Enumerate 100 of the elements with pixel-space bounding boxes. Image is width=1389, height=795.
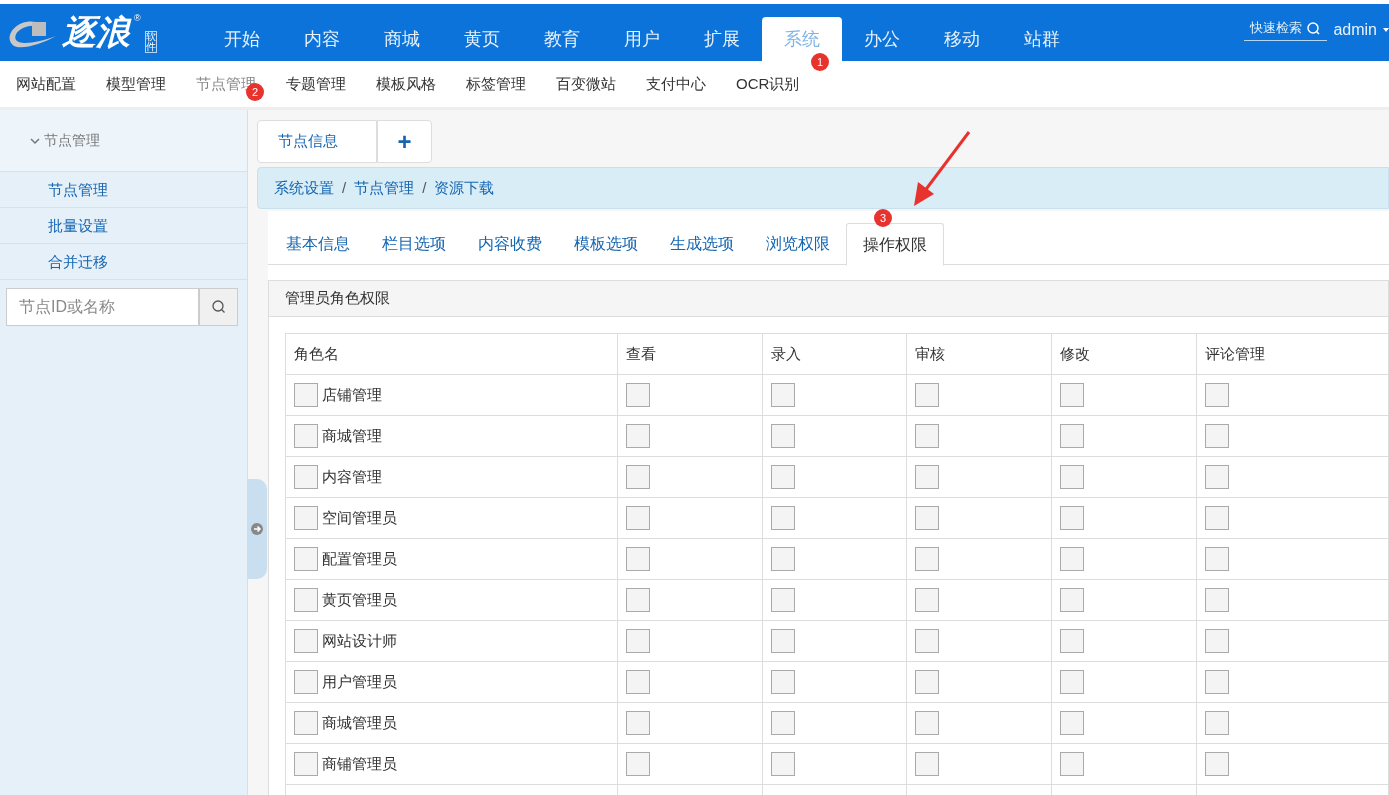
checkbox[interactable]	[770, 465, 795, 489]
checkbox[interactable]	[1205, 588, 1230, 612]
tab[interactable]: 生成选项	[654, 223, 750, 265]
add-tab-button[interactable]: +	[377, 120, 432, 163]
checkbox[interactable]	[1060, 711, 1085, 735]
checkbox[interactable]	[294, 547, 318, 571]
nav-tab[interactable]: 站群	[1002, 17, 1082, 61]
subnav-link[interactable]: 模型管理	[106, 75, 166, 92]
checkbox[interactable]	[915, 588, 940, 612]
subnav-link[interactable]: OCR识别	[736, 75, 800, 92]
checkbox[interactable]	[1205, 383, 1230, 407]
checkbox[interactable]	[1060, 588, 1085, 612]
checkbox[interactable]	[1205, 670, 1230, 694]
checkbox[interactable]	[915, 711, 940, 735]
breadcrumb-link[interactable]: 节点管理	[354, 176, 415, 200]
checkbox[interactable]	[770, 629, 795, 653]
tab[interactable]: 浏览权限	[750, 223, 846, 265]
sidebar-item[interactable]: 批量设置	[0, 208, 247, 244]
checkbox[interactable]	[770, 383, 795, 407]
checkbox[interactable]	[1060, 752, 1085, 776]
checkbox[interactable]	[294, 588, 318, 612]
tab[interactable]: 基本信息	[270, 223, 366, 265]
user-menu[interactable]: admin	[1333, 17, 1377, 42]
checkbox[interactable]	[625, 752, 650, 776]
quick-search-field[interactable]: 快速检索	[1244, 18, 1328, 41]
checkbox[interactable]	[770, 670, 795, 694]
checkbox[interactable]	[915, 629, 940, 653]
checkbox[interactable]	[294, 506, 318, 530]
checkbox[interactable]	[625, 465, 650, 489]
checkbox[interactable]	[915, 506, 940, 530]
checkbox[interactable]	[294, 629, 318, 653]
tab[interactable]: 栏目选项	[366, 223, 462, 265]
checkbox[interactable]	[625, 547, 650, 571]
checkbox[interactable]	[625, 629, 650, 653]
checkbox[interactable]	[1205, 424, 1230, 448]
checkbox[interactable]	[294, 424, 318, 448]
checkbox[interactable]	[770, 424, 795, 448]
checkbox[interactable]	[1060, 506, 1085, 530]
collapse-handle[interactable]	[247, 479, 267, 579]
subnav-link[interactable]: 支付中心	[646, 75, 706, 92]
checkbox[interactable]	[1060, 547, 1085, 571]
nav-tab[interactable]: 黄页	[442, 17, 522, 61]
checkbox[interactable]	[915, 465, 940, 489]
nav-tab[interactable]: 扩展	[682, 17, 762, 61]
tab[interactable]: 模板选项	[558, 223, 654, 265]
node-search-field[interactable]: 节点ID或名称	[6, 288, 199, 326]
checkbox[interactable]	[294, 711, 318, 735]
checkbox[interactable]	[1060, 629, 1085, 653]
sidebar-item[interactable]: 合并迁移	[0, 244, 247, 280]
checkbox[interactable]	[915, 424, 940, 448]
checkbox[interactable]	[1060, 424, 1085, 448]
checkbox[interactable]	[915, 670, 940, 694]
subnav-link[interactable]: 百变微站	[556, 75, 616, 92]
nav-tab[interactable]: 教育	[522, 17, 602, 61]
checkbox[interactable]	[625, 670, 650, 694]
checkbox[interactable]	[1205, 629, 1230, 653]
checkbox[interactable]	[1205, 711, 1230, 735]
checkbox[interactable]	[770, 711, 795, 735]
checkbox[interactable]	[625, 588, 650, 612]
subnav-link[interactable]: 模板风格	[376, 75, 436, 92]
checkbox[interactable]	[1205, 506, 1230, 530]
checkbox[interactable]	[625, 424, 650, 448]
nav-tab[interactable]: 内容	[282, 17, 362, 61]
checkbox[interactable]	[770, 506, 795, 530]
checkbox[interactable]	[1060, 465, 1085, 489]
subnav-link[interactable]: 标签管理	[466, 75, 526, 92]
checkbox[interactable]	[1205, 465, 1230, 489]
checkbox[interactable]	[625, 506, 650, 530]
page-tab[interactable]: 节点信息	[257, 120, 377, 163]
checkbox[interactable]	[915, 547, 940, 571]
nav-tab[interactable]: 移动	[922, 17, 1002, 61]
tab[interactable]: 操作权限	[846, 223, 944, 266]
nav-tab[interactable]: 办公	[842, 17, 922, 61]
checkbox[interactable]	[625, 711, 650, 735]
nav-tab[interactable]: 商城	[362, 17, 442, 61]
checkbox[interactable]	[625, 383, 650, 407]
tab[interactable]: 内容收费	[462, 223, 558, 265]
sidebar-item[interactable]: 节点管理	[0, 172, 247, 208]
nav-tab[interactable]: 用户	[602, 17, 682, 61]
nav-tab[interactable]: 开始	[202, 17, 282, 61]
checkbox[interactable]	[294, 465, 318, 489]
checkbox[interactable]	[294, 752, 318, 776]
subnav-link[interactable]: 网站配置	[16, 75, 76, 92]
subnav-link[interactable]: 专题管理	[286, 75, 346, 92]
sidebar-group[interactable]: 节点管理	[0, 110, 247, 172]
checkbox[interactable]	[1205, 547, 1230, 571]
checkbox[interactable]	[294, 383, 318, 407]
checkbox[interactable]	[1205, 752, 1230, 776]
breadcrumb-link[interactable]: 系统设置	[274, 176, 334, 200]
search-button[interactable]	[199, 288, 238, 326]
checkbox[interactable]	[1060, 670, 1085, 694]
checkbox[interactable]	[770, 752, 795, 776]
breadcrumb-link[interactable]: 资源下载	[434, 176, 495, 200]
checkbox[interactable]	[1060, 383, 1085, 407]
checkbox[interactable]	[770, 588, 795, 612]
checkbox[interactable]	[915, 383, 940, 407]
checkbox[interactable]	[915, 752, 940, 776]
checkbox[interactable]	[770, 547, 795, 571]
checkbox[interactable]	[294, 670, 318, 694]
breadcrumb-separator: /	[422, 177, 427, 198]
